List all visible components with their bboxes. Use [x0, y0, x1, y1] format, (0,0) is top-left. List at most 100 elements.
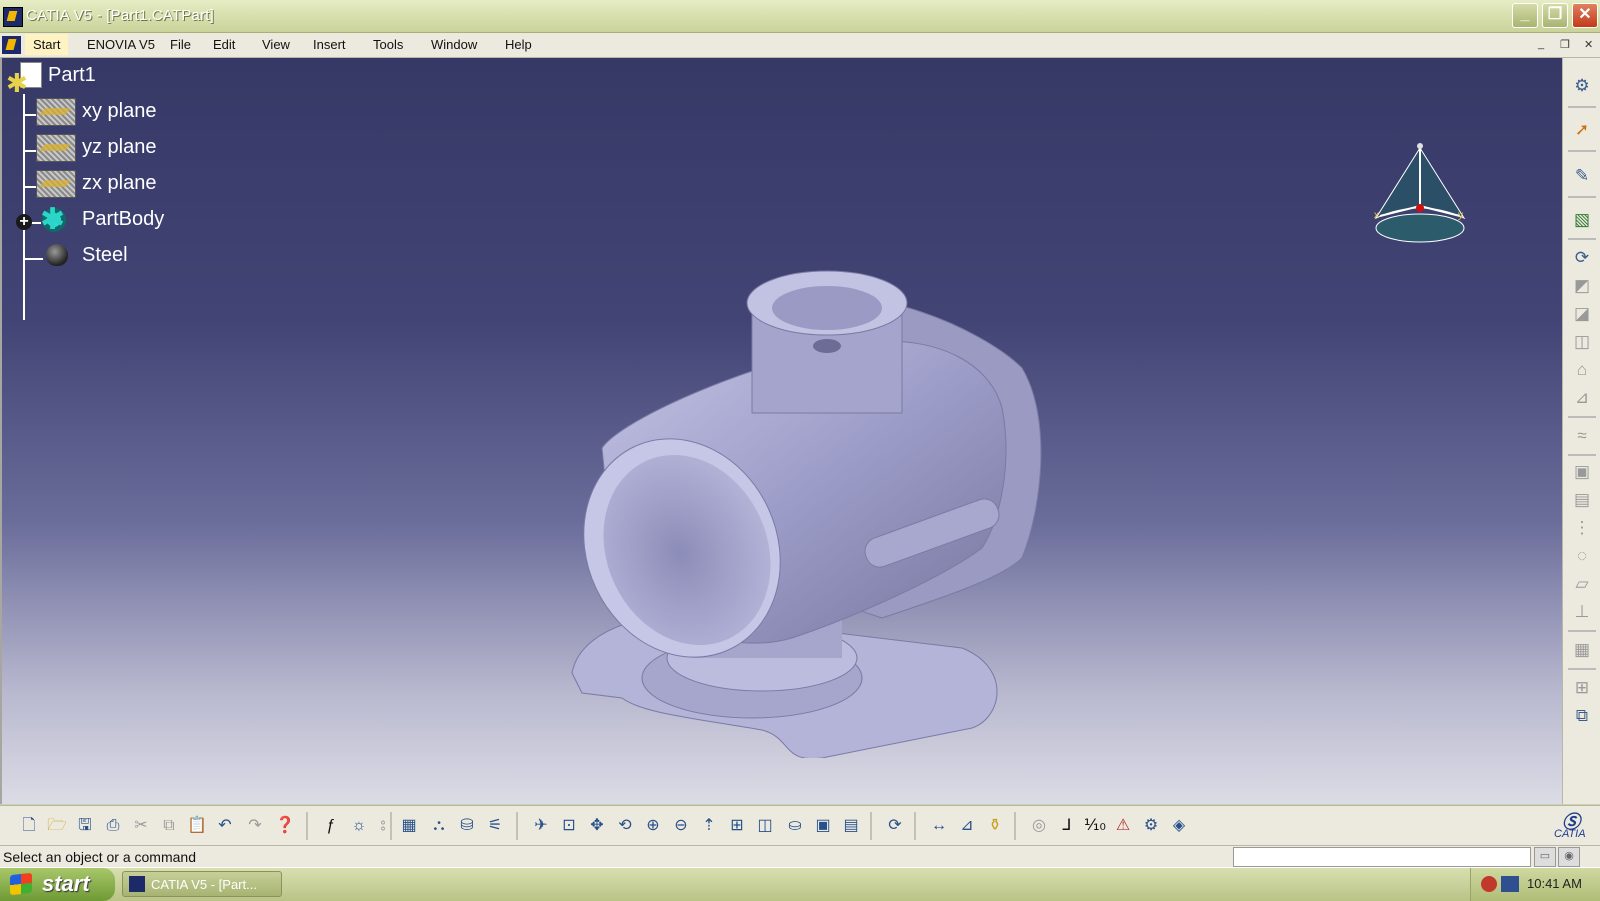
- doc-close-button[interactable]: ✕: [1584, 38, 1593, 51]
- doc-restore-button[interactable]: ❐: [1560, 38, 1570, 51]
- maximize-button[interactable]: ❐: [1542, 3, 1568, 28]
- multi-view-icon[interactable]: ⊞: [726, 816, 748, 836]
- command-button[interactable]: ▭: [1534, 847, 1556, 867]
- zoom-in-icon[interactable]: ⊕: [642, 816, 664, 836]
- new-icon[interactable]: 🗋: [18, 816, 40, 836]
- transform-icon[interactable]: ≈: [1572, 426, 1592, 446]
- tree-label-xy-plane: xy plane: [82, 100, 157, 122]
- sketch-analysis-icon[interactable]: ⚟: [484, 816, 506, 836]
- constraint-icon[interactable]: ⊞: [1572, 678, 1592, 698]
- units-icon[interactable]: ⅒: [1084, 816, 1106, 836]
- material-icon: [46, 244, 68, 266]
- fillet-icon[interactable]: ◩: [1572, 276, 1592, 296]
- shading-icon[interactable]: ⛀: [784, 816, 806, 836]
- menu-insert[interactable]: Insert: [313, 37, 346, 52]
- update-icon[interactable]: ⟳: [884, 816, 906, 836]
- rotate-icon[interactable]: ⟲: [614, 816, 636, 836]
- insert-body-icon[interactable]: ⧉: [1572, 706, 1592, 726]
- tree-icon[interactable]: ⛬: [428, 816, 450, 836]
- tray-icon[interactable]: [1481, 876, 1497, 892]
- doc-minimize-button[interactable]: _: [1538, 38, 1544, 50]
- document-icon[interactable]: [2, 36, 21, 54]
- 3d-part-model[interactable]: [562, 218, 1082, 758]
- 3d-viewport[interactable]: ✱ Part1 xy plane yz plane zx plane + Par…: [0, 58, 1562, 804]
- apply-material-icon[interactable]: ◎: [1028, 816, 1050, 836]
- scaling-icon[interactable]: ⋮: [1572, 518, 1592, 538]
- knowledge-icon[interactable]: ☼: [348, 816, 370, 836]
- catia-app-icon[interactable]: [3, 7, 23, 27]
- pan-icon[interactable]: ✥: [586, 816, 608, 836]
- table-icon[interactable]: ▦: [398, 816, 420, 836]
- menu-view[interactable]: View: [262, 37, 290, 52]
- workbench-icon[interactable]: ⚙: [1572, 76, 1592, 96]
- shell-icon[interactable]: ⌂: [1572, 360, 1592, 380]
- zoom-out-icon[interactable]: ⊖: [670, 816, 692, 836]
- constraints-icon[interactable]: ⚠: [1112, 816, 1134, 836]
- command-history-button[interactable]: ◉: [1558, 847, 1580, 867]
- tree-label-steel: Steel: [82, 244, 128, 266]
- close-button[interactable]: ✕: [1572, 3, 1598, 28]
- paste-icon[interactable]: 📋: [186, 816, 208, 836]
- windows-taskbar: start CATIA V5 - [Part... 10:41 AM: [0, 867, 1600, 901]
- mirror-icon[interactable]: ▣: [1572, 462, 1592, 482]
- fit-all-icon[interactable]: ⊡: [558, 816, 580, 836]
- measure-inertia-icon[interactable]: ⚱: [984, 816, 1006, 836]
- status-message: Select an object or a command: [3, 849, 196, 865]
- boolean-icon[interactable]: ▦: [1572, 640, 1592, 660]
- compass-y-label: y: [1458, 210, 1463, 221]
- open-icon[interactable]: 🗁: [46, 816, 68, 836]
- compass-widget[interactable]: x y: [1372, 138, 1468, 248]
- taskbar-item-catia[interactable]: CATIA V5 - [Part...: [122, 871, 282, 897]
- pad-icon[interactable]: ▧: [1572, 210, 1592, 230]
- options-icon[interactable]: ⚙: [1140, 816, 1162, 836]
- title-bar: CATIA V5 - [Part1.CATPart] _ ❐ ✕: [0, 0, 1600, 33]
- start-button[interactable]: start: [0, 868, 115, 901]
- minimize-button[interactable]: _: [1512, 3, 1538, 28]
- menu-tools[interactable]: Tools: [373, 37, 403, 52]
- publication-icon[interactable]: ◈: [1168, 816, 1190, 836]
- menu-edit[interactable]: Edit: [213, 37, 235, 52]
- command-input[interactable]: [1233, 847, 1531, 867]
- save-icon[interactable]: 🖫: [74, 816, 96, 836]
- standard-toolbar: 🗋 🗁 🖫 ⎙ ✂ ⧉ 📋 ↶ ↷ ❓ ƒ ☼ ⦂ ▦ ⛬ ⛁ ⚟ ✈ ⊡ ✥ …: [0, 805, 1600, 846]
- menu-file[interactable]: File: [170, 37, 191, 52]
- copy-icon[interactable]: ⧉: [158, 816, 180, 836]
- menu-enovia[interactable]: ENOVIA V5: [87, 37, 155, 52]
- redo-icon[interactable]: ↷: [244, 816, 266, 836]
- menu-help[interactable]: Help: [505, 37, 532, 52]
- catalog-icon[interactable]: ⛁: [456, 816, 478, 836]
- close-surface-icon[interactable]: ⊥: [1572, 602, 1592, 622]
- thick-surface-icon[interactable]: ▱: [1572, 574, 1592, 594]
- tree-connector: [23, 94, 25, 320]
- select-arrow-icon[interactable]: ➚: [1572, 120, 1592, 140]
- print-icon[interactable]: ⎙: [102, 816, 124, 836]
- menu-start[interactable]: Start: [25, 34, 69, 55]
- undo-icon[interactable]: ↶: [214, 816, 236, 836]
- swap-visible-icon[interactable]: ▤: [840, 816, 862, 836]
- cut-icon[interactable]: ✂: [130, 816, 152, 836]
- network-icon[interactable]: [1501, 876, 1519, 892]
- shaft-icon[interactable]: ⟳: [1572, 248, 1592, 268]
- iso-view-icon[interactable]: ◫: [754, 816, 776, 836]
- thickness-icon[interactable]: ⊿: [1572, 388, 1592, 408]
- pattern-icon[interactable]: ▤: [1572, 490, 1592, 510]
- clock: 10:41 AM: [1527, 876, 1582, 891]
- hide-show-icon[interactable]: ▣: [812, 816, 834, 836]
- menu-window[interactable]: Window: [431, 37, 477, 52]
- fly-mode-icon[interactable]: ✈: [530, 816, 552, 836]
- sketcher-icon[interactable]: ✎: [1572, 166, 1592, 186]
- menu-bar: Start ENOVIA V5 File Edit View Insert To…: [0, 33, 1600, 58]
- plane-icon: [36, 98, 76, 126]
- chamfer-icon[interactable]: ◪: [1572, 304, 1592, 324]
- tree-label-partbody: PartBody: [82, 208, 165, 230]
- split-icon[interactable]: ◌: [1572, 546, 1592, 566]
- plane-icon: [36, 134, 76, 162]
- whats-this-icon[interactable]: ❓: [274, 816, 296, 836]
- expand-icon[interactable]: +: [16, 214, 32, 230]
- draft-icon[interactable]: ◫: [1572, 332, 1592, 352]
- axis-system-icon[interactable]: ⅃: [1056, 816, 1078, 836]
- normal-view-icon[interactable]: ⇡: [698, 816, 720, 836]
- formula-icon[interactable]: ƒ: [320, 816, 342, 836]
- measure-item-icon[interactable]: ⊿: [956, 816, 978, 836]
- measure-between-icon[interactable]: ↔: [928, 816, 950, 836]
